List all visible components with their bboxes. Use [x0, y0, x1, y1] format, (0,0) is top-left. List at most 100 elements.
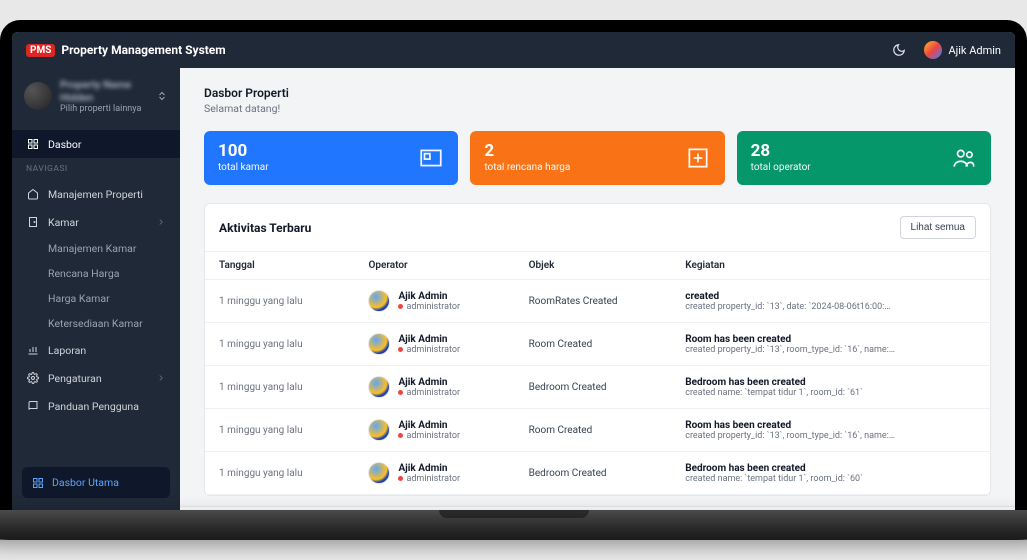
- sidebar-item-label: Laporan: [48, 344, 86, 357]
- property-picker[interactable]: Property Name Hidden Pilih properti lain…: [12, 68, 180, 124]
- activity-action-detail: created property_id: `13`, room_type_id:…: [685, 345, 895, 355]
- stat-card-rencana-harga[interactable]: 2 total rencana harga: [470, 131, 724, 185]
- cell-tanggal: 1 minggu yang lalu: [205, 280, 354, 323]
- sidebar-item-label: Manajemen Properti: [48, 188, 143, 201]
- sidebar-item-label: Panduan Pengguna: [48, 400, 139, 413]
- property-name: Property Name Hidden: [60, 78, 148, 104]
- stat-card-kamar[interactable]: 100 total kamar: [204, 131, 458, 185]
- stat-label: total operator: [751, 162, 951, 173]
- cell-operator: Ajik Adminadministrator: [354, 280, 514, 323]
- sidebar-item-panduan[interactable]: Panduan Pengguna: [12, 392, 180, 420]
- gear-icon: [26, 371, 40, 385]
- see-all-button[interactable]: Lihat semua: [900, 216, 976, 239]
- page-subtitle: Selamat datang!: [204, 102, 991, 115]
- sidebar-subitem-rencana-harga[interactable]: Rencana Harga: [12, 261, 180, 286]
- chevron-right-icon: [156, 217, 166, 227]
- operator-avatar-icon: [368, 419, 390, 441]
- property-avatar-icon: [24, 82, 52, 110]
- sidebar-item-laporan[interactable]: Laporan: [12, 336, 180, 364]
- theme-toggle-button[interactable]: [888, 39, 910, 61]
- cell-tanggal: 1 minggu yang lalu: [205, 409, 354, 452]
- ||TABLE||: Tanggal Operator Objek Kegiatan 1 minggu…: [205, 251, 990, 495]
- cell-objek: Bedroom Created: [515, 452, 672, 495]
- operator-role: administrator: [398, 345, 460, 355]
- table-row: 1 minggu yang laluAjik Adminadministrato…: [205, 280, 990, 323]
- sidebar-main-dashboard-button[interactable]: Dasbor Utama: [22, 467, 170, 498]
- activity-title: Aktivitas Terbaru: [219, 221, 311, 235]
- stat-value: 100: [218, 143, 418, 160]
- sidebar-item-label: Dasbor: [48, 138, 81, 151]
- cell-kegiatan: Bedroom has been createdcreated name: `t…: [671, 452, 990, 495]
- operator-avatar-icon: [368, 376, 390, 398]
- col-tanggal: Tanggal: [205, 252, 354, 280]
- cell-tanggal: 1 minggu yang lalu: [205, 452, 354, 495]
- property-picker-sub: Pilih properti lainnya: [60, 104, 148, 114]
- cell-objek: Bedroom Created: [515, 366, 672, 409]
- table-row: 1 minggu yang laluAjik Adminadministrato…: [205, 366, 990, 409]
- activity-panel: Aktivitas Terbaru Lihat semua Tanggal Op…: [204, 203, 991, 496]
- page-title: Dasbor Properti: [204, 86, 991, 100]
- sidebar-item-kamar[interactable]: Kamar: [12, 208, 180, 236]
- main-content: Dasbor Properti Selamat datang! 100 tota…: [180, 68, 1015, 510]
- sidebar: Property Name Hidden Pilih properti lain…: [12, 68, 180, 510]
- users-icon: [951, 145, 977, 171]
- cell-objek: Room Created: [515, 409, 672, 452]
- dashboard-icon: [32, 477, 44, 489]
- chevron-right-icon: [156, 373, 166, 383]
- operator-avatar-icon: [368, 462, 390, 484]
- activity-action-detail: created name: `tempat tidur 1`, room_id:…: [685, 474, 895, 484]
- cell-kegiatan: Bedroom has been createdcreated name: `t…: [671, 366, 990, 409]
- cell-objek: RoomRates Created: [515, 280, 672, 323]
- sidebar-item-label: Kamar: [48, 216, 79, 229]
- cell-operator: Ajik Adminadministrator: [354, 452, 514, 495]
- stat-label: total kamar: [218, 162, 418, 173]
- operator-name: Ajik Admin: [398, 463, 460, 474]
- sidebar-item-dasbor[interactable]: Dasbor: [12, 130, 180, 158]
- sidebar-subitem-harga-kamar[interactable]: Harga Kamar: [12, 286, 180, 311]
- stat-value: 28: [751, 143, 951, 160]
- moon-icon: [892, 43, 906, 57]
- book-icon: [26, 399, 40, 413]
- cell-operator: Ajik Adminadministrator: [354, 366, 514, 409]
- cell-objek: Room Created: [515, 323, 672, 366]
- activity-action-title: Room has been created: [685, 334, 976, 345]
- brand-mark: PMS: [26, 44, 55, 57]
- operator-role: administrator: [398, 474, 460, 484]
- operator-avatar-icon: [368, 290, 390, 312]
- door-icon: [26, 215, 40, 229]
- stats-row: 100 total kamar 2: [204, 131, 991, 185]
- stat-value: 2: [484, 143, 684, 160]
- topbar-right: Ajik Admin: [888, 39, 1001, 61]
- operator-name: Ajik Admin: [398, 420, 460, 431]
- topbar: PMS Property Management System Ajik Admi…: [12, 32, 1015, 68]
- activity-action-title: Room has been created: [685, 420, 976, 431]
- app-root: PMS Property Management System Ajik Admi…: [12, 32, 1015, 510]
- sidebar-item-label: Pengaturan: [48, 372, 102, 385]
- sidebar-item-pengaturan[interactable]: Pengaturan: [12, 364, 180, 392]
- cell-tanggal: 1 minggu yang lalu: [205, 366, 354, 409]
- activity-action-detail: created property_id: `13`, room_type_id:…: [685, 431, 895, 441]
- table-row: 1 minggu yang lalu Ajik Adminadministrato…: [205, 409, 990, 452]
- plan-icon: [685, 145, 711, 171]
- operator-name: Ajik Admin: [398, 334, 460, 345]
- home-icon: [26, 187, 40, 201]
- table-row: 1 minggu yang laluAjik Adminadministrato…: [205, 323, 990, 366]
- sidebar-item-manajemen-properti[interactable]: Manajemen Properti: [12, 180, 180, 208]
- operator-role: administrator: [398, 431, 460, 441]
- operator-name: Ajik Admin: [398, 291, 460, 302]
- activity-action-title: Bedroom has been created: [685, 377, 976, 388]
- sidebar-section-label: NAVIGASI: [12, 158, 180, 180]
- table-row: 1 minggu yang laluAjik Adminadministrato…: [205, 452, 990, 495]
- cell-kegiatan: Room has been createdcreated property_id…: [671, 323, 990, 366]
- user-menu[interactable]: Ajik Admin: [924, 41, 1001, 59]
- stat-card-operator[interactable]: 28 total operator: [737, 131, 991, 185]
- chart-icon: [26, 343, 40, 357]
- activity-action-detail: created property_id: `13`, date: `2024-0…: [685, 302, 895, 312]
- sidebar-subitem-manajemen-kamar[interactable]: Manajemen Kamar: [12, 236, 180, 261]
- sidebar-subitem-ketersediaan-kamar[interactable]: Ketersediaan Kamar: [12, 311, 180, 336]
- col-kegiatan: Kegiatan: [671, 252, 990, 280]
- activity-action-title: Bedroom has been created: [685, 463, 976, 474]
- activity-action-title: created: [685, 291, 976, 302]
- brand-title: Property Management System: [61, 43, 225, 57]
- operator-role: administrator: [398, 388, 460, 398]
